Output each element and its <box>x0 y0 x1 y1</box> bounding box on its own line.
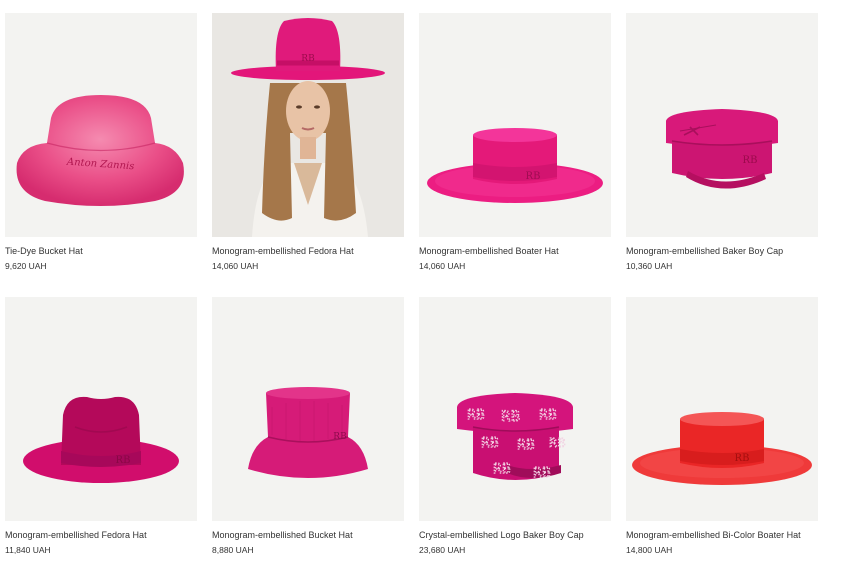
rb-logo-icon: RB <box>116 455 131 466</box>
product-card[interactable]: RB RB RB RB RB RB RB RB Crystal-embellis… <box>419 297 611 556</box>
rb-logo-icon: RB <box>526 171 541 182</box>
product-name[interactable]: Monogram-embellished Bi-Color Boater Hat <box>626 529 818 541</box>
product-card[interactable]: Anton Zannis Tie-Dye Bucket Hat 9,620 UA… <box>5 13 197 272</box>
svg-text:RB: RB <box>493 462 511 477</box>
product-name[interactable]: Monogram-embellished Fedora Hat <box>212 245 404 257</box>
svg-text:RB: RB <box>481 436 499 451</box>
product-name[interactable]: Crystal-embellished Logo Baker Boy Cap <box>419 529 611 541</box>
svg-text:RB: RB <box>539 408 557 423</box>
svg-text:RB: RB <box>501 409 520 425</box>
product-name[interactable]: Monogram-embellished Baker Boy Cap <box>626 245 818 257</box>
bucket-hat-image[interactable]: RB <box>212 297 404 521</box>
product-name[interactable]: Monogram-embellished Bucket Hat <box>212 529 404 541</box>
product-price: 10,360 UAH <box>626 261 673 271</box>
svg-text:RB: RB <box>533 466 551 481</box>
svg-text:RB: RB <box>467 408 485 423</box>
product-price: 14,800 UAH <box>626 545 673 555</box>
fedora-hat-image[interactable]: RB <box>5 297 197 521</box>
product-card[interactable]: RB Monogram-embellished Bucket Hat 8,880… <box>212 297 404 556</box>
product-price: 14,060 UAH <box>212 261 259 271</box>
svg-text:RB: RB <box>517 438 535 453</box>
product-card[interactable]: RB Monogram-embellished Boater Hat 14,06… <box>419 13 611 272</box>
crystal-baker-boy-cap-image[interactable]: RB RB RB RB RB RB RB RB <box>419 297 611 521</box>
product-price: 9,620 UAH <box>5 261 47 271</box>
product-price: 23,680 UAH <box>419 545 466 555</box>
product-card[interactable]: RB Monogram-embellished Fedora Hat 11,84… <box>5 297 197 556</box>
product-price: 11,840 UAH <box>5 545 51 555</box>
product-name[interactable]: Monogram-embellished Fedora Hat <box>5 529 197 541</box>
svg-text:RB: RB <box>549 436 566 450</box>
product-price: 14,060 UAH <box>419 261 466 271</box>
rb-logo-icon: RB <box>333 432 347 442</box>
rb-logo-icon: RB <box>743 155 758 166</box>
rb-logo-icon: RB <box>735 453 750 464</box>
product-name[interactable]: Monogram-embellished Boater Hat <box>419 245 611 257</box>
tie-dye-bucket-hat-image[interactable]: Anton Zannis <box>5 13 197 237</box>
model-wearing-fedora-image[interactable]: RB <box>212 13 404 237</box>
product-card[interactable]: RB Monogram-embellished Fedora Hat 14,06… <box>212 13 404 272</box>
boater-hat-image[interactable]: RB <box>419 13 611 237</box>
product-price: 8,880 UAH <box>212 545 254 555</box>
product-card[interactable]: RB Monogram-embellished Bi-Color Boater … <box>626 297 818 556</box>
baker-boy-cap-image[interactable]: RB <box>626 13 818 237</box>
product-card[interactable]: RB Monogram-embellished Baker Boy Cap 10… <box>626 13 818 272</box>
product-name[interactable]: Tie-Dye Bucket Hat <box>5 245 197 257</box>
bi-color-boater-hat-image[interactable]: RB <box>626 297 818 521</box>
rb-logo-icon: RB <box>301 54 315 64</box>
product-grid: Anton Zannis Tie-Dye Bucket Hat 9,620 UA… <box>0 0 854 572</box>
